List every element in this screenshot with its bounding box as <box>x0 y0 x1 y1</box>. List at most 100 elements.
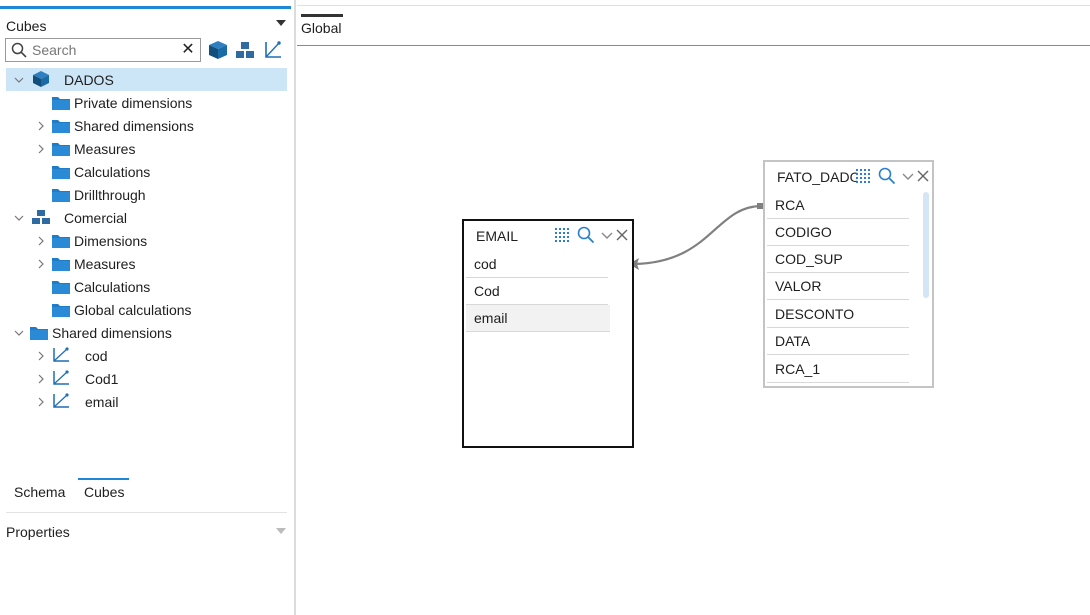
panel-menu-dropdown-icon[interactable] <box>276 20 286 26</box>
folder-icon <box>52 189 70 202</box>
column-label: VALOR <box>775 278 822 294</box>
properties-dropdown-icon[interactable] <box>276 528 286 534</box>
tree-item-cod[interactable]: cod <box>6 344 287 367</box>
column-label: DATA <box>775 333 811 349</box>
search-input[interactable] <box>32 41 172 59</box>
tree-item-cod1[interactable]: Cod1 <box>6 367 287 390</box>
tree-item-label: Shared dimensions <box>74 117 194 134</box>
chevron-right-icon[interactable] <box>36 374 46 384</box>
chevron-right-icon[interactable] <box>36 121 46 131</box>
tab-schema[interactable]: Schema <box>14 484 65 500</box>
column-label: Cod <box>474 283 500 299</box>
column-cod-2[interactable]: Cod <box>466 278 608 305</box>
tree-item-label: Cod1 <box>85 370 119 387</box>
close-icon[interactable] <box>613 226 631 244</box>
panel-accent-bar <box>0 6 291 9</box>
search-icon[interactable] <box>577 226 595 244</box>
tree-item-label: Calculations <box>74 163 151 180</box>
cube-icon[interactable] <box>208 40 228 60</box>
active-tab-indicator <box>301 14 343 17</box>
grid-icon[interactable] <box>554 226 572 244</box>
column-rca[interactable]: RCA <box>767 192 909 219</box>
close-icon[interactable] <box>914 167 932 185</box>
tree-item-label: Drillthrough <box>74 186 146 203</box>
chevron-down-icon[interactable] <box>14 328 24 338</box>
tree-item-comercial[interactable]: Comercial <box>6 206 287 229</box>
folder-icon <box>52 166 70 179</box>
tree-item-global-calculations[interactable]: Global calculations <box>6 298 287 321</box>
tree-item-label: Dimensions <box>74 232 148 249</box>
folder-icon <box>52 235 70 248</box>
dimension-icon[interactable] <box>235 40 255 60</box>
column-cod[interactable]: cod <box>466 251 608 278</box>
tree-item-private-dimensions[interactable]: Private dimensions <box>6 91 287 114</box>
column-label: cod <box>474 256 497 272</box>
cube-icon <box>33 71 49 87</box>
hierarchy-icon[interactable] <box>263 40 283 60</box>
hierarchy-icon <box>53 393 69 408</box>
tree-item-calculations-comercial[interactable]: Calculations <box>6 275 287 298</box>
tree-item-label: Shared dimensions <box>52 324 172 341</box>
tree-item-shared-dimensions[interactable]: Shared dimensions <box>6 114 287 137</box>
column-label: CODIGO <box>775 224 832 240</box>
app-window: Cubes ✕ <box>0 0 1090 615</box>
dimension-icon <box>32 210 50 224</box>
tree-item-measures[interactable]: Measures <box>6 137 287 160</box>
tree-item-dimensions[interactable]: Dimensions <box>6 229 287 252</box>
table-email[interactable]: EMAIL cod Cod email <box>462 219 634 448</box>
tree-item-shared-dimensions-root[interactable]: Shared dimensions <box>6 321 287 344</box>
column-email[interactable]: email <box>466 305 610 332</box>
chevron-down-icon[interactable] <box>14 213 24 223</box>
search-icon[interactable] <box>878 167 896 185</box>
grid-icon[interactable] <box>855 167 873 185</box>
tree-item-label: Calculations <box>74 278 151 295</box>
chevron-right-icon[interactable] <box>36 397 46 407</box>
chevron-down-icon[interactable] <box>14 75 24 85</box>
table-title: FATO_DADOS <box>777 169 857 185</box>
properties-title: Properties <box>6 524 70 540</box>
chevron-right-icon[interactable] <box>36 236 46 246</box>
hierarchy-icon <box>53 347 69 362</box>
column-desconto[interactable]: DESCONTO <box>767 301 909 328</box>
tab-cubes[interactable]: Cubes <box>84 484 124 500</box>
column-valor[interactable]: VALOR <box>767 273 909 300</box>
tree-item-email[interactable]: email <box>6 390 287 413</box>
column-label: COD_SUP <box>775 251 843 267</box>
table-fato-dados[interactable]: FATO_DADOS RCA CODIGO COD_SUP VALOR DESC… <box>763 160 934 388</box>
scrollbar[interactable] <box>923 192 929 298</box>
clear-search-icon[interactable]: ✕ <box>180 41 196 59</box>
column-label: RCA <box>775 197 805 213</box>
search-icon <box>11 42 27 58</box>
panel-splitter[interactable] <box>294 0 296 615</box>
tree-item-label: email <box>85 393 119 410</box>
chevron-right-icon[interactable] <box>36 144 46 154</box>
column-cod-sup[interactable]: COD_SUP <box>767 246 909 273</box>
chevron-right-icon[interactable] <box>36 259 46 269</box>
active-tab-indicator <box>78 478 129 480</box>
tree-item-label: DADOS <box>64 71 114 88</box>
chevron-right-icon[interactable] <box>36 351 46 361</box>
tree-item-measures-comercial[interactable]: Measures <box>6 252 287 275</box>
diagram-canvas[interactable] <box>297 46 1090 615</box>
table-title: EMAIL <box>476 228 519 244</box>
tab-global[interactable]: Global <box>301 20 341 36</box>
tree-item-label: cod <box>85 347 108 364</box>
hierarchy-icon <box>53 370 69 385</box>
tree-item-calculations[interactable]: Calculations <box>6 160 287 183</box>
column-codigo[interactable]: CODIGO <box>767 219 909 246</box>
folder-icon <box>52 281 70 294</box>
folder-icon <box>52 258 70 271</box>
tree-item-label: Measures <box>74 140 136 157</box>
column-data[interactable]: DATA <box>767 328 909 355</box>
column-label: email <box>474 310 508 326</box>
folder-icon <box>52 143 70 156</box>
column-label: RCA_1 <box>775 361 821 377</box>
tree-item-label: Comercial <box>64 209 128 226</box>
tree-item-drillthrough[interactable]: Drillthrough <box>6 183 287 206</box>
cubes-panel: Cubes ✕ <box>0 0 291 615</box>
divider <box>297 5 1090 6</box>
tree-item-dados[interactable]: DADOS <box>6 68 287 91</box>
tree-item-label: Measures <box>74 255 136 272</box>
search-box[interactable]: ✕ <box>5 38 201 62</box>
column-rca-1[interactable]: RCA_1 <box>767 356 909 383</box>
